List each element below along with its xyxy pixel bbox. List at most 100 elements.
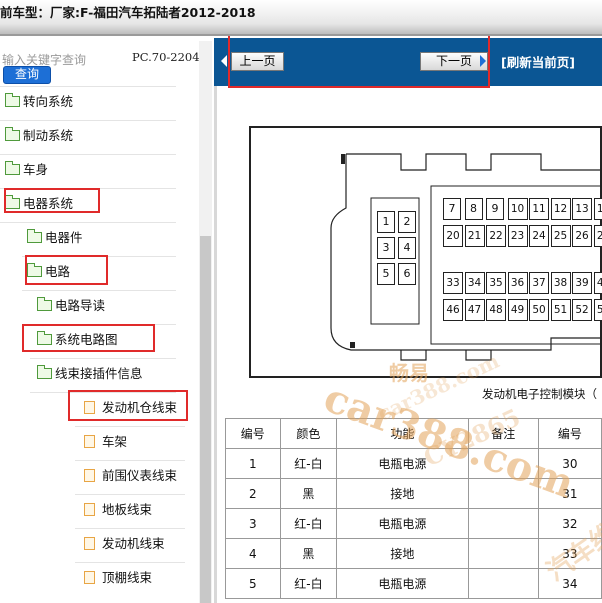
table-cell [467, 448, 539, 479]
pin-cell: 23 [507, 225, 528, 247]
table-cell [467, 538, 539, 569]
content-scrollbar[interactable] [214, 86, 217, 603]
table-cell: 4 [225, 538, 281, 569]
tree-item-dash-harness[interactable]: 前围仪表线束 [84, 464, 177, 488]
table-row: 2 黑接地 31 [225, 478, 602, 509]
pin-cell: 11 [529, 198, 549, 220]
document-icon [84, 469, 95, 482]
document-icon [84, 435, 95, 448]
tree-item-engine-harness[interactable]: 发动机线束 [84, 532, 165, 556]
pin-cell: 2 [398, 211, 416, 233]
document-icon [84, 537, 95, 550]
tree-item-frame[interactable]: 车架 [84, 430, 127, 454]
divider [75, 562, 185, 563]
pin-cell: 24 [529, 225, 549, 247]
table-cell: 红-白 [279, 508, 338, 539]
table-cell: 电瓶电源 [336, 448, 469, 479]
tree-item-components[interactable]: 电器件 [27, 226, 83, 250]
tree-item-floor-harness[interactable]: 地板线束 [84, 498, 152, 522]
pin-cell: 53 [593, 299, 602, 321]
pin-cell: 7 [443, 198, 461, 220]
highlight-box [68, 390, 188, 421]
pin-cell: 49 [507, 299, 528, 321]
highlight-box [228, 36, 490, 88]
pin-cell: 20 [443, 225, 463, 247]
pin-cell: 14 [593, 198, 602, 220]
table-cell: 5 [225, 568, 281, 599]
pin-cell: 12 [550, 198, 571, 220]
tree-item-body[interactable]: 车身 [5, 158, 48, 182]
pin-cell: 9 [486, 198, 504, 220]
table-cell: 红-白 [279, 568, 338, 599]
arrow-left-icon[interactable] [221, 55, 227, 67]
divider [0, 222, 176, 223]
pin-table: 编号 颜色 功能 备注 编号 1 红-白 电瓶电源 30 2 黑接地 31 3 红-白 电瓶电源 3… [225, 418, 602, 599]
divider [22, 290, 176, 291]
pin-cell: 35 [486, 272, 506, 294]
table-cell: 红-白 [279, 448, 338, 479]
tree-item-label: 车架 [102, 434, 128, 449]
table-cell: 30 [537, 448, 602, 479]
pin-cell: 47 [464, 299, 485, 321]
tree-item-label: 转向系统 [23, 94, 74, 109]
tree-item-roof-harness[interactable]: 顶棚线束 [84, 566, 152, 590]
pin-cell: 8 [464, 198, 483, 220]
pin-cell: 34 [464, 272, 485, 294]
tree-item-label: 前围仪表线束 [102, 468, 178, 483]
tree-scrollbar-thumb[interactable] [200, 236, 211, 603]
tree-item-brake[interactable]: 制动系统 [5, 124, 73, 148]
folder-icon [5, 161, 20, 175]
vehicle-title: 前车型：厂家:F-福田汽车拓陆者2012-2018 [0, 5, 256, 20]
table-cell: 电瓶电源 [336, 568, 469, 599]
diagram-caption: 发动机电子控制模块（ [482, 387, 597, 401]
divider [0, 120, 176, 121]
table-cell: 接地 [336, 538, 469, 569]
col-header: 功能 [336, 418, 469, 449]
search-button[interactable]: 查询 [3, 66, 51, 84]
refresh-link[interactable]: [刷新当前页] [501, 52, 575, 71]
tree-item-harness-connectors[interactable]: 线束接插件信息 [37, 362, 143, 386]
pin-cell: 46 [443, 299, 463, 321]
document-icon [84, 503, 95, 516]
col-header: 编号 [537, 418, 602, 449]
table-cell: 34 [537, 568, 602, 599]
left-panel: 查询 PC.70-22041 转向系统 制动系统 车身 电器系统 电器件 电路 … [0, 36, 214, 603]
table-row: 1 红-白 电瓶电源 30 [225, 448, 602, 479]
pin-cell: 26 [572, 225, 592, 247]
pin-cell: 48 [486, 299, 506, 321]
table-cell: 3 [225, 508, 281, 539]
pc-code: PC.70-22041 [132, 50, 207, 64]
tree-item-circuit-guide[interactable]: 电路导读 [37, 294, 105, 318]
pin-cell: 5 [377, 263, 395, 285]
highlight-box [4, 188, 100, 213]
pin-cell: 50 [529, 299, 549, 321]
table-cell: 2 [225, 478, 281, 509]
tree-item-steering[interactable]: 转向系统 [5, 90, 73, 114]
tree-item-label: 电器件 [45, 230, 83, 245]
pin-cell: 52 [572, 299, 592, 321]
pin-cell: 22 [486, 225, 506, 247]
folder-icon [27, 229, 42, 243]
pin-cell: 1 [377, 211, 395, 233]
divider [75, 460, 185, 461]
folder-icon [5, 93, 20, 107]
table-row: 5 红-白 电瓶电源 34 [225, 568, 602, 599]
table-cell: 32 [537, 508, 602, 539]
table-cell: 1 [225, 448, 281, 479]
col-header: 备注 [467, 418, 539, 449]
title-bar: 前车型：厂家:F-福田汽车拓陆者2012-2018 [0, 0, 602, 36]
pin-cell: 27 [593, 225, 602, 247]
pin-cell: 25 [550, 225, 571, 247]
table-cell: 31 [537, 478, 602, 509]
pin-cell: 6 [398, 263, 416, 285]
divider [75, 426, 185, 427]
divider [0, 86, 176, 87]
table-cell: 黑 [279, 478, 338, 509]
document-icon [84, 571, 95, 584]
tree-item-label: 电路导读 [55, 298, 106, 313]
table-cell [467, 508, 539, 539]
pin-cell: 33 [443, 272, 463, 294]
tree-item-label: 发动机线束 [102, 536, 165, 551]
table-cell [467, 478, 539, 509]
col-header: 颜色 [279, 418, 338, 449]
